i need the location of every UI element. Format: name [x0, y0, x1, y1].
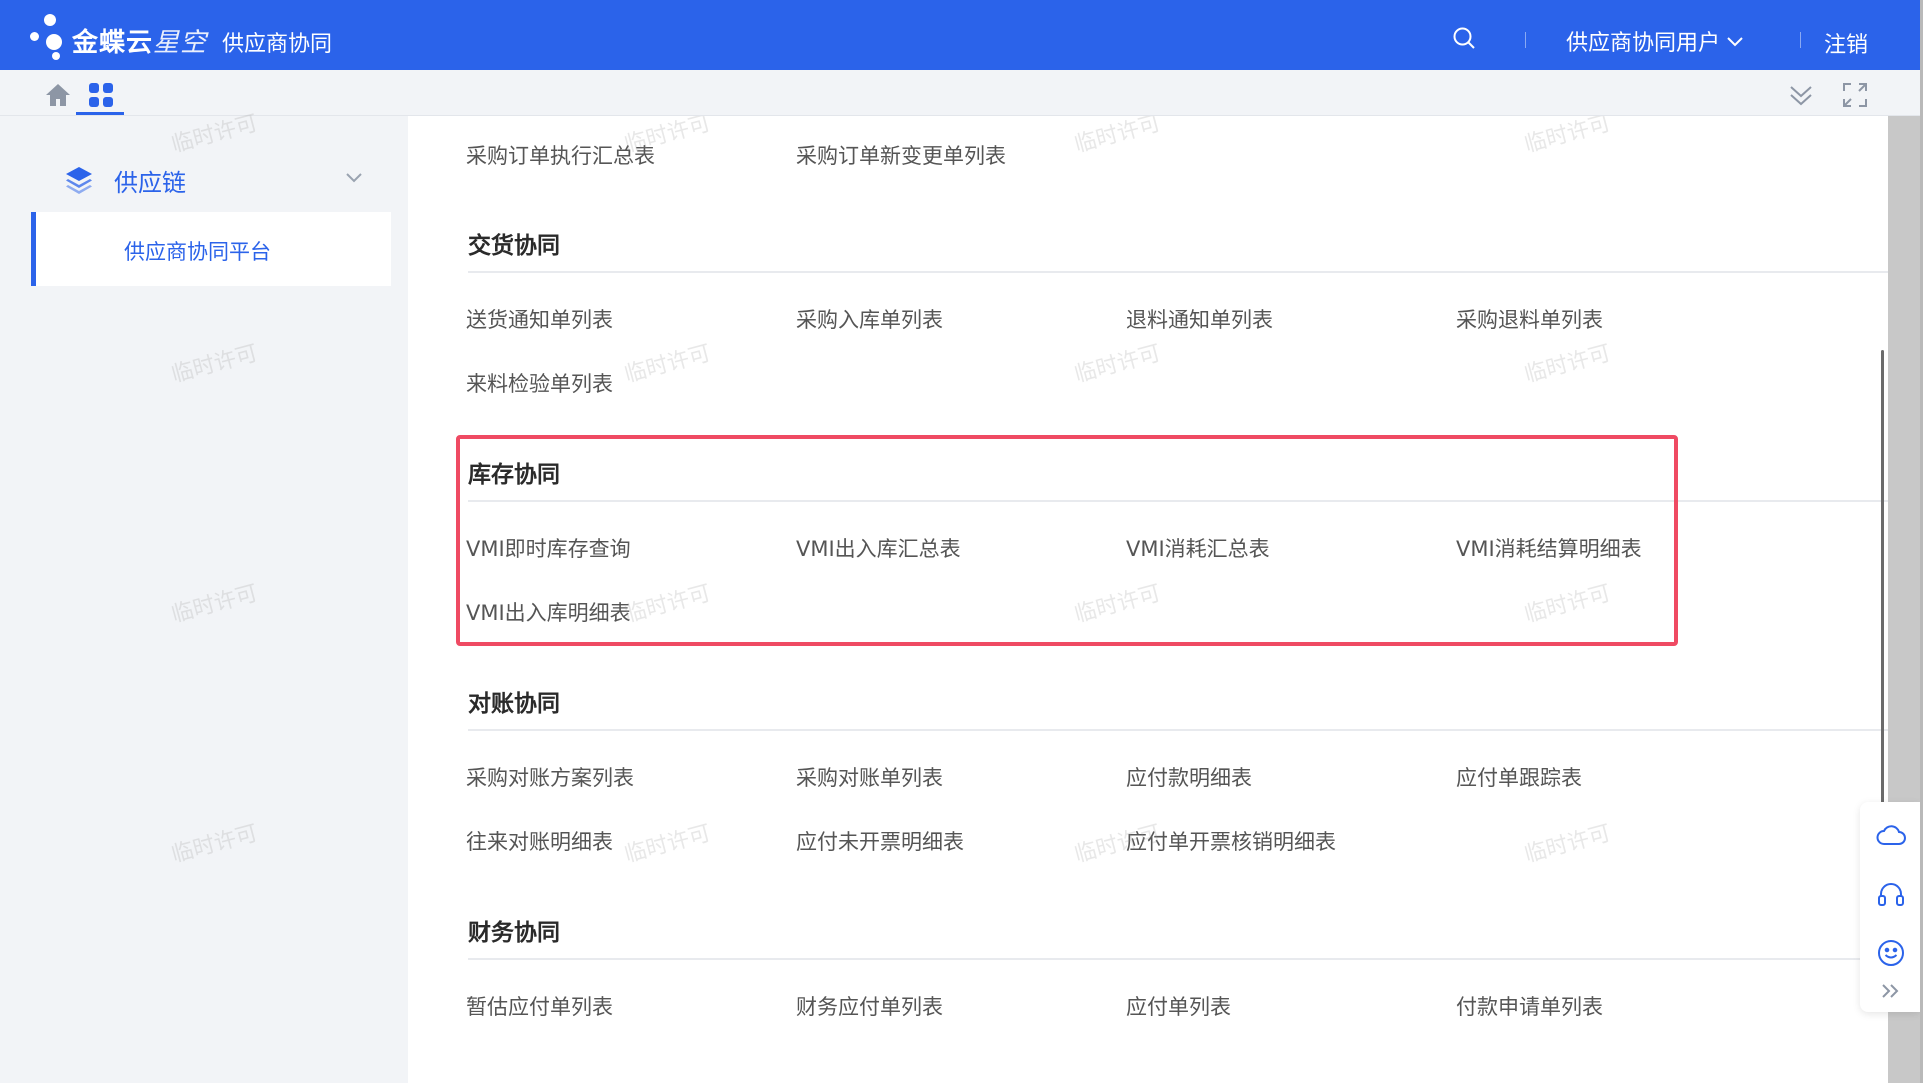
user-menu-dropdown[interactable]: 供应商协同用户: [1566, 25, 1744, 57]
floating-toolbar: [1860, 802, 1920, 1012]
sidebar-group-label: 供应链: [114, 168, 186, 197]
search-icon[interactable]: [1452, 26, 1476, 50]
cloud-icon[interactable]: [1876, 822, 1906, 848]
section-divider: [468, 958, 1888, 960]
watermark-text: 临时许可: [168, 340, 261, 388]
report-link[interactable]: 采购入库单列表: [796, 304, 943, 334]
watermark-text: 临时许可: [1071, 340, 1164, 388]
header-divider: [1525, 32, 1526, 48]
section-title-finance: 财务协同: [468, 920, 560, 946]
watermark-text: 临时许可: [168, 820, 261, 868]
sidebar-item-supplier-platform[interactable]: 供应商协同平台: [31, 212, 391, 286]
section-divider: [468, 729, 1888, 731]
section-title-reconcile: 对账协同: [468, 691, 560, 717]
brand-name: 金蝶云星空: [72, 28, 208, 58]
header-divider: [1800, 32, 1801, 48]
report-link[interactable]: 付款申请单列表: [1456, 991, 1603, 1021]
watermark-text: 临时许可: [1521, 340, 1614, 388]
report-link[interactable]: 采购对账单列表: [796, 762, 943, 792]
section-divider: [468, 271, 1888, 273]
watermark-text: 临时许可: [621, 340, 714, 388]
report-link[interactable]: 财务应付单列表: [796, 991, 943, 1021]
top-header: 金蝶云星空 供应商协同 供应商协同用户 注销: [0, 0, 1920, 70]
kingdee-logo-icon[interactable]: [28, 12, 72, 60]
apps-grid-icon[interactable]: [88, 82, 114, 108]
double-chevron-right-icon[interactable]: [1880, 982, 1902, 1000]
report-link[interactable]: 应付单跟踪表: [1456, 762, 1582, 792]
sidebar: 供应链 供应商协同平台 临时许可 临时许可 临时许可 临时许可: [0, 111, 408, 1083]
report-link[interactable]: 采购订单执行汇总表: [466, 140, 655, 170]
watermark-text: 临时许可: [1521, 116, 1614, 158]
chevron-down-icon: [346, 173, 362, 183]
headset-icon[interactable]: [1876, 880, 1906, 910]
logout-link[interactable]: 注销: [1824, 27, 1868, 59]
report-link[interactable]: 暂估应付单列表: [466, 991, 613, 1021]
collapse-icon[interactable]: [1788, 82, 1814, 108]
watermark-text: 临时许可: [1521, 820, 1614, 868]
fullscreen-icon[interactable]: [1842, 82, 1868, 108]
watermark-text: 临时许可: [1071, 116, 1164, 158]
brand-subtitle: 供应商协同: [222, 32, 333, 57]
highlight-box-inventory: [456, 435, 1678, 646]
report-link[interactable]: 应付单列表: [1126, 991, 1231, 1021]
tab-bar: [0, 70, 1920, 116]
active-tab-indicator: [76, 112, 124, 115]
sidebar-item-label: 供应商协同平台: [124, 240, 271, 264]
layers-icon: [66, 167, 92, 194]
smile-icon[interactable]: [1876, 938, 1906, 968]
report-link[interactable]: 往来对账明细表: [466, 826, 613, 856]
section-title-delivery: 交货协同: [468, 233, 560, 259]
report-link[interactable]: 来料检验单列表: [466, 368, 613, 398]
home-icon[interactable]: [44, 82, 72, 108]
user-menu-label: 供应商协同用户: [1566, 31, 1721, 56]
report-link[interactable]: 应付款明细表: [1126, 762, 1252, 792]
report-link[interactable]: 采购订单新变更单列表: [796, 140, 1006, 170]
report-link[interactable]: 应付未开票明细表: [796, 826, 964, 856]
watermark-text: 临时许可: [621, 820, 714, 868]
content-scrollbar[interactable]: [1881, 350, 1884, 805]
watermark-text: 临时许可: [168, 580, 261, 628]
sidebar-group-supply-chain[interactable]: 供应链: [64, 160, 364, 200]
report-link[interactable]: 退料通知单列表: [1126, 304, 1273, 334]
report-link[interactable]: 送货通知单列表: [466, 304, 613, 334]
report-link[interactable]: 应付单开票核销明细表: [1126, 826, 1336, 856]
report-link[interactable]: 采购对账方案列表: [466, 762, 634, 792]
chevron-down-icon: [1727, 37, 1743, 47]
report-link[interactable]: 采购退料单列表: [1456, 304, 1603, 334]
